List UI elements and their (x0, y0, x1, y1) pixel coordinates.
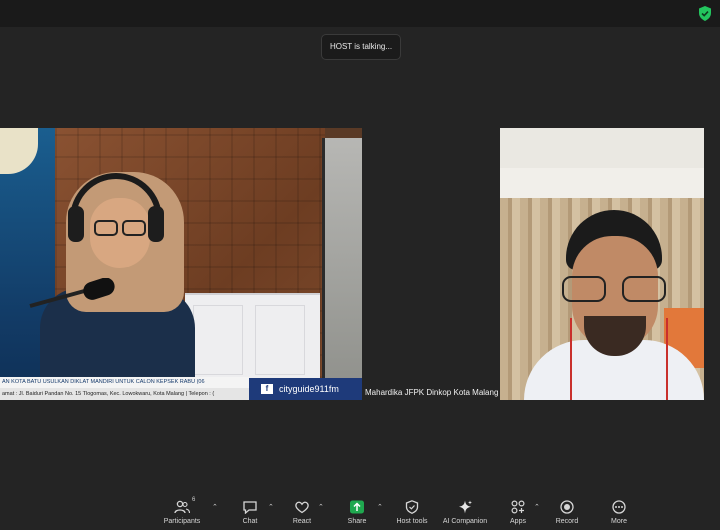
ellipsis-icon (612, 500, 626, 514)
window-panel (322, 138, 362, 400)
shield-icon (405, 500, 419, 514)
host-tools-label: Host tools (396, 518, 428, 525)
participants-label: Participants (163, 518, 201, 525)
heart-icon (295, 501, 309, 514)
ai-companion-label: AI Companion (442, 518, 488, 525)
news-ticker-bottom: amat : Jl. Baiduri Pandan No. 15 Tlogoma… (0, 388, 250, 400)
host-tools-button[interactable]: Host tools (394, 500, 430, 530)
social-handle: cityguide911fm (279, 384, 339, 394)
participant-glasses (562, 276, 668, 302)
react-caret-icon[interactable]: ⌃ (318, 503, 324, 511)
share-label: Share (347, 518, 367, 525)
chat-label: Chat (242, 518, 258, 525)
apps-label: Apps (510, 518, 526, 525)
record-icon (560, 500, 574, 514)
apps-icon (511, 500, 525, 514)
participants-button[interactable]: Participants (160, 500, 204, 530)
react-label: React (292, 518, 312, 525)
react-button[interactable]: React (288, 500, 316, 530)
earphone-wire-left (570, 318, 572, 400)
white-cabinet (185, 293, 320, 383)
chat-bubble-icon (243, 501, 257, 514)
shield-check-icon[interactable] (698, 6, 712, 21)
meeting-top-bar (0, 0, 720, 27)
share-arrow-icon (350, 500, 364, 514)
earphone-wire-right (666, 318, 668, 400)
headphone-cup-left (68, 206, 84, 242)
chat-button[interactable]: Chat (236, 500, 264, 530)
microphone (29, 278, 115, 308)
facebook-icon: f (261, 384, 273, 394)
more-button[interactable]: More (604, 500, 634, 530)
active-speaker-pill: HOST is talking... (321, 34, 401, 60)
video-tile-participant[interactable] (500, 128, 704, 400)
headphone-cup-right (148, 206, 164, 242)
people-icon (174, 500, 190, 514)
meeting-toolbar: Participants 6 ⌃ Chat ⌃ React ⌃ Share ⌃ … (0, 494, 720, 530)
more-label: More (611, 518, 627, 525)
social-handle-banner: f cityguide911fm (249, 378, 362, 400)
apps-caret-icon[interactable]: ⌃ (534, 503, 540, 511)
apps-button[interactable]: Apps (504, 500, 532, 530)
share-button[interactable]: Share (342, 500, 372, 530)
sparkle-icon (459, 500, 472, 514)
ai-companion-button[interactable]: AI Companion (440, 500, 490, 530)
ceiling (500, 128, 704, 168)
video-tile-host[interactable]: AN KOTA BATU USULKAN DIKLAT MANDIRI UNTU… (0, 128, 362, 400)
chat-caret-icon[interactable]: ⌃ (268, 503, 274, 511)
share-caret-icon[interactable]: ⌃ (377, 503, 383, 511)
participants-caret-icon[interactable]: ⌃ (212, 503, 218, 511)
record-button[interactable]: Record (552, 500, 582, 530)
participant-name-label: Mahardika JFPK Dinkop Kota Malang (365, 388, 499, 397)
news-ticker-top: AN KOTA BATU USULKAN DIKLAT MANDIRI UNTU… (0, 377, 250, 388)
participants-count: 6 (192, 497, 196, 503)
record-label: Record (555, 518, 579, 525)
